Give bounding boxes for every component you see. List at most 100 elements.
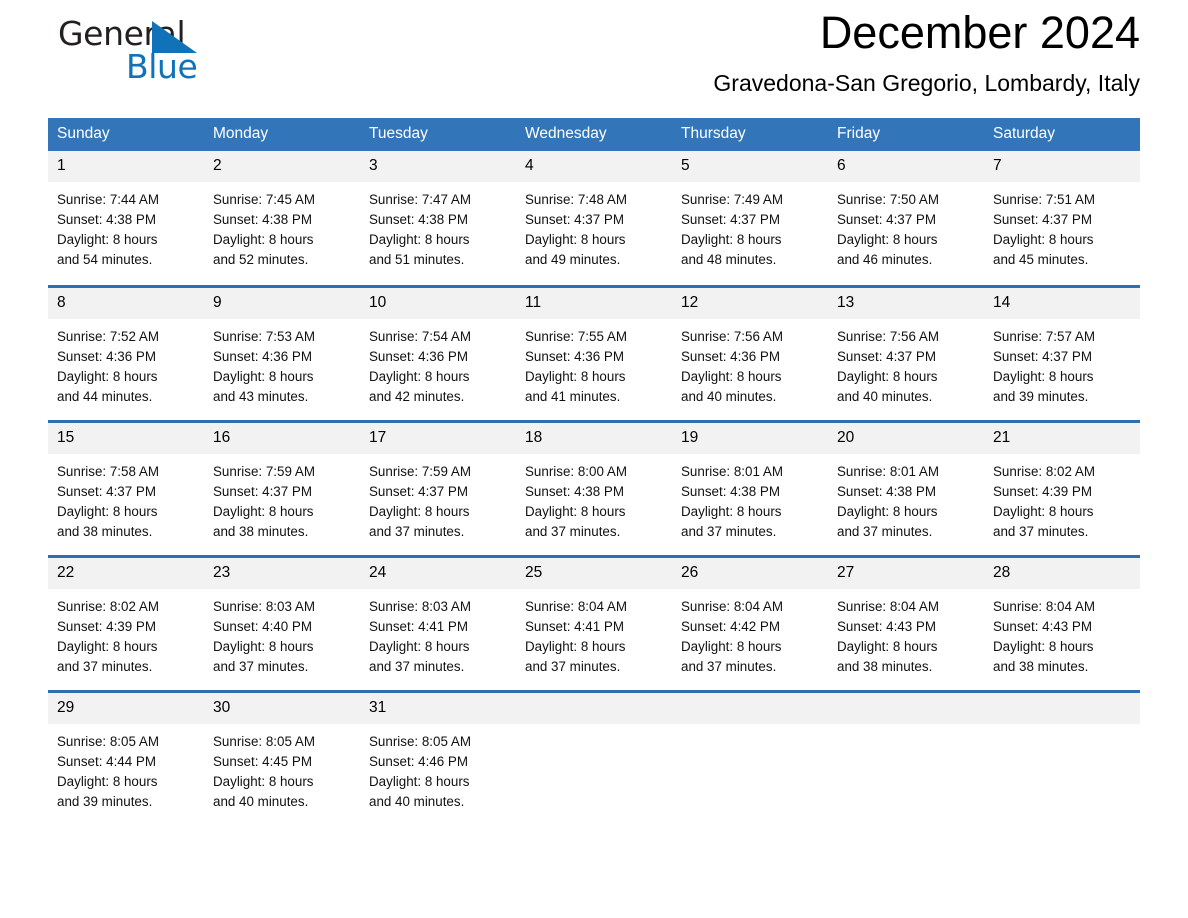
day-cell[interactable]: 15 Sunrise: 7:58 AM Sunset: 4:37 PM Dayl…	[48, 419, 204, 556]
day-cell[interactable]: 13 Sunrise: 7:56 AM Sunset: 4:37 PM Dayl…	[828, 284, 984, 421]
daylight-text-line2: and 37 minutes.	[993, 523, 1089, 539]
sunset-text: Sunset: 4:37 PM	[369, 483, 468, 499]
day-number	[672, 692, 828, 724]
day-cell[interactable]: 24 Sunrise: 8:03 AM Sunset: 4:41 PM Dayl…	[360, 554, 516, 691]
day-cell[interactable]: 5 Sunrise: 7:49 AM Sunset: 4:37 PM Dayli…	[672, 151, 828, 286]
day-cell[interactable]: 20 Sunrise: 8:01 AM Sunset: 4:38 PM Dayl…	[828, 419, 984, 556]
day-details: Sunrise: 8:03 AM Sunset: 4:41 PM Dayligh…	[360, 589, 516, 677]
day-details: Sunrise: 7:59 AM Sunset: 4:37 PM Dayligh…	[360, 454, 516, 542]
sunset-text: Sunset: 4:40 PM	[213, 618, 312, 634]
day-number: 3	[360, 151, 516, 182]
day-cell-empty	[984, 689, 1140, 826]
sunrise-text: Sunrise: 7:59 AM	[213, 463, 315, 479]
day-cell[interactable]: 29 Sunrise: 8:05 AM Sunset: 4:44 PM Dayl…	[48, 689, 204, 826]
daylight-text-line2: and 37 minutes.	[525, 658, 621, 674]
sunrise-text: Sunrise: 7:50 AM	[837, 192, 939, 207]
day-cell[interactable]: 18 Sunrise: 8:00 AM Sunset: 4:38 PM Dayl…	[516, 419, 672, 556]
daylight-text-line2: and 44 minutes.	[57, 388, 153, 404]
daylight-text-line1: Daylight: 8 hours	[57, 773, 158, 789]
daylight-text-line1: Daylight: 8 hours	[837, 232, 938, 247]
sunrise-text: Sunrise: 8:02 AM	[993, 463, 1095, 479]
day-cell[interactable]: 9 Sunrise: 7:53 AM Sunset: 4:36 PM Dayli…	[204, 284, 360, 421]
daylight-text-line1: Daylight: 8 hours	[525, 368, 626, 384]
day-number: 22	[48, 557, 204, 589]
page-header: General Blue December 2024 Gravedona-San…	[48, 0, 1140, 118]
day-details: Sunrise: 8:04 AM Sunset: 4:43 PM Dayligh…	[828, 589, 984, 677]
sunset-text: Sunset: 4:37 PM	[993, 212, 1092, 227]
day-cell[interactable]: 26 Sunrise: 8:04 AM Sunset: 4:42 PM Dayl…	[672, 554, 828, 691]
day-cell-empty	[672, 689, 828, 826]
day-cell[interactable]: 2 Sunrise: 7:45 AM Sunset: 4:38 PM Dayli…	[204, 151, 360, 286]
day-number: 1	[48, 151, 204, 182]
day-cell[interactable]: 12 Sunrise: 7:56 AM Sunset: 4:36 PM Dayl…	[672, 284, 828, 421]
brand-name-blue: Blue	[126, 47, 198, 86]
day-details: Sunrise: 7:45 AM Sunset: 4:38 PM Dayligh…	[204, 182, 360, 270]
daylight-text-line2: and 39 minutes.	[57, 793, 153, 809]
daylight-text-line2: and 38 minutes.	[993, 658, 1089, 674]
day-cell[interactable]: 28 Sunrise: 8:04 AM Sunset: 4:43 PM Dayl…	[984, 554, 1140, 691]
day-cell[interactable]: 8 Sunrise: 7:52 AM Sunset: 4:36 PM Dayli…	[48, 284, 204, 421]
page-title: December 2024	[819, 7, 1140, 58]
sunset-text: Sunset: 4:37 PM	[993, 348, 1092, 364]
daylight-text-line1: Daylight: 8 hours	[369, 773, 470, 789]
day-cell[interactable]: 30 Sunrise: 8:05 AM Sunset: 4:45 PM Dayl…	[204, 689, 360, 826]
daylight-text-line1: Daylight: 8 hours	[993, 368, 1094, 384]
daylight-text-line1: Daylight: 8 hours	[57, 232, 158, 247]
sunset-text: Sunset: 4:46 PM	[369, 753, 468, 769]
day-number: 12	[672, 287, 828, 319]
daylight-text-line1: Daylight: 8 hours	[369, 232, 470, 247]
day-cell[interactable]: 22 Sunrise: 8:02 AM Sunset: 4:39 PM Dayl…	[48, 554, 204, 691]
day-details: Sunrise: 8:04 AM Sunset: 4:42 PM Dayligh…	[672, 589, 828, 677]
daylight-text-line1: Daylight: 8 hours	[213, 773, 314, 789]
calendar-week-row: 29 Sunrise: 8:05 AM Sunset: 4:44 PM Dayl…	[48, 689, 1140, 826]
day-cell[interactable]: 17 Sunrise: 7:59 AM Sunset: 4:37 PM Dayl…	[360, 419, 516, 556]
day-cell[interactable]: 19 Sunrise: 8:01 AM Sunset: 4:38 PM Dayl…	[672, 419, 828, 556]
sunrise-text: Sunrise: 8:04 AM	[837, 598, 939, 614]
day-details: Sunrise: 7:56 AM Sunset: 4:37 PM Dayligh…	[828, 319, 984, 407]
day-number: 8	[48, 287, 204, 319]
day-details: Sunrise: 8:05 AM Sunset: 4:45 PM Dayligh…	[204, 724, 360, 812]
day-cell[interactable]: 31 Sunrise: 8:05 AM Sunset: 4:46 PM Dayl…	[360, 689, 516, 826]
day-details: Sunrise: 8:00 AM Sunset: 4:38 PM Dayligh…	[516, 454, 672, 542]
sunset-text: Sunset: 4:39 PM	[57, 618, 156, 634]
weekday-header-tuesday: Tuesday	[360, 118, 516, 151]
day-details: Sunrise: 8:02 AM Sunset: 4:39 PM Dayligh…	[48, 589, 204, 677]
day-number	[984, 692, 1140, 724]
sunset-text: Sunset: 4:37 PM	[837, 348, 936, 364]
day-details: Sunrise: 7:52 AM Sunset: 4:36 PM Dayligh…	[48, 319, 204, 407]
daylight-text-line1: Daylight: 8 hours	[369, 638, 470, 654]
day-cell[interactable]: 27 Sunrise: 8:04 AM Sunset: 4:43 PM Dayl…	[828, 554, 984, 691]
day-cell[interactable]: 11 Sunrise: 7:55 AM Sunset: 4:36 PM Dayl…	[516, 284, 672, 421]
daylight-text-line1: Daylight: 8 hours	[681, 232, 782, 247]
day-cell[interactable]: 14 Sunrise: 7:57 AM Sunset: 4:37 PM Dayl…	[984, 284, 1140, 421]
sunrise-text: Sunrise: 7:47 AM	[369, 192, 471, 207]
sunset-text: Sunset: 4:41 PM	[525, 618, 624, 634]
day-cell[interactable]: 1 Sunrise: 7:44 AM Sunset: 4:38 PM Dayli…	[48, 151, 204, 286]
day-number: 11	[516, 287, 672, 319]
daylight-text-line1: Daylight: 8 hours	[993, 638, 1094, 654]
sunset-text: Sunset: 4:41 PM	[369, 618, 468, 634]
day-details: Sunrise: 7:57 AM Sunset: 4:37 PM Dayligh…	[984, 319, 1140, 407]
day-cell[interactable]: 10 Sunrise: 7:54 AM Sunset: 4:36 PM Dayl…	[360, 284, 516, 421]
day-number: 19	[672, 422, 828, 454]
daylight-text-line2: and 40 minutes.	[681, 388, 777, 404]
day-cell[interactable]: 6 Sunrise: 7:50 AM Sunset: 4:37 PM Dayli…	[828, 151, 984, 286]
sunset-text: Sunset: 4:43 PM	[837, 618, 936, 634]
day-cell[interactable]: 16 Sunrise: 7:59 AM Sunset: 4:37 PM Dayl…	[204, 419, 360, 556]
daylight-text-line2: and 37 minutes.	[525, 523, 621, 539]
title-block: December 2024 Gravedona-San Gregorio, Lo…	[713, 0, 1140, 98]
sunrise-text: Sunrise: 8:04 AM	[993, 598, 1095, 614]
sunset-text: Sunset: 4:37 PM	[525, 212, 624, 227]
day-cell[interactable]: 7 Sunrise: 7:51 AM Sunset: 4:37 PM Dayli…	[984, 151, 1140, 286]
day-cell[interactable]: 21 Sunrise: 8:02 AM Sunset: 4:39 PM Dayl…	[984, 419, 1140, 556]
day-cell[interactable]: 4 Sunrise: 7:48 AM Sunset: 4:37 PM Dayli…	[516, 151, 672, 286]
daylight-text-line1: Daylight: 8 hours	[369, 503, 470, 519]
brand-logo[interactable]: General Blue	[48, 16, 228, 96]
day-number: 26	[672, 557, 828, 589]
day-cell[interactable]: 23 Sunrise: 8:03 AM Sunset: 4:40 PM Dayl…	[204, 554, 360, 691]
day-details: Sunrise: 7:47 AM Sunset: 4:38 PM Dayligh…	[360, 182, 516, 270]
day-cell[interactable]: 25 Sunrise: 8:04 AM Sunset: 4:41 PM Dayl…	[516, 554, 672, 691]
day-number: 28	[984, 557, 1140, 589]
day-cell[interactable]: 3 Sunrise: 7:47 AM Sunset: 4:38 PM Dayli…	[360, 151, 516, 286]
daylight-text-line1: Daylight: 8 hours	[57, 368, 158, 384]
